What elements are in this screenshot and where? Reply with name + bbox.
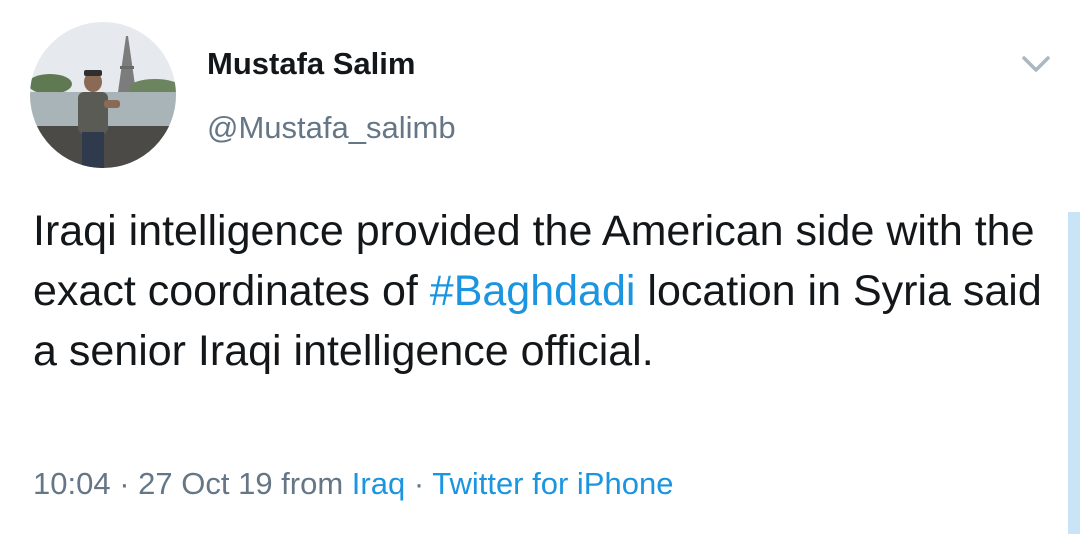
chevron-down-icon[interactable] (1016, 50, 1056, 78)
tweet-text: Iraqi intelligence provided the American… (33, 201, 1043, 381)
tweet-date: 27 Oct 19 (138, 466, 273, 501)
meta-separator: · (110, 466, 139, 501)
tweet-meta: 10:04 · 27 Oct 19 from Iraq · Twitter fo… (33, 466, 673, 502)
location-link[interactable]: Iraq (352, 466, 405, 501)
meta-separator: · (405, 466, 433, 501)
from-label: from (272, 466, 352, 501)
author-handle[interactable]: @Mustafa_salimb (207, 110, 456, 146)
author-display-name[interactable]: Mustafa Salim (207, 46, 415, 82)
tweet-time: 10:04 (33, 466, 111, 501)
source-link[interactable]: Twitter for iPhone (432, 466, 673, 501)
scrollbar[interactable] (1068, 212, 1080, 534)
avatar[interactable] (30, 22, 176, 168)
hashtag-link[interactable]: #Baghdadi (430, 267, 636, 315)
